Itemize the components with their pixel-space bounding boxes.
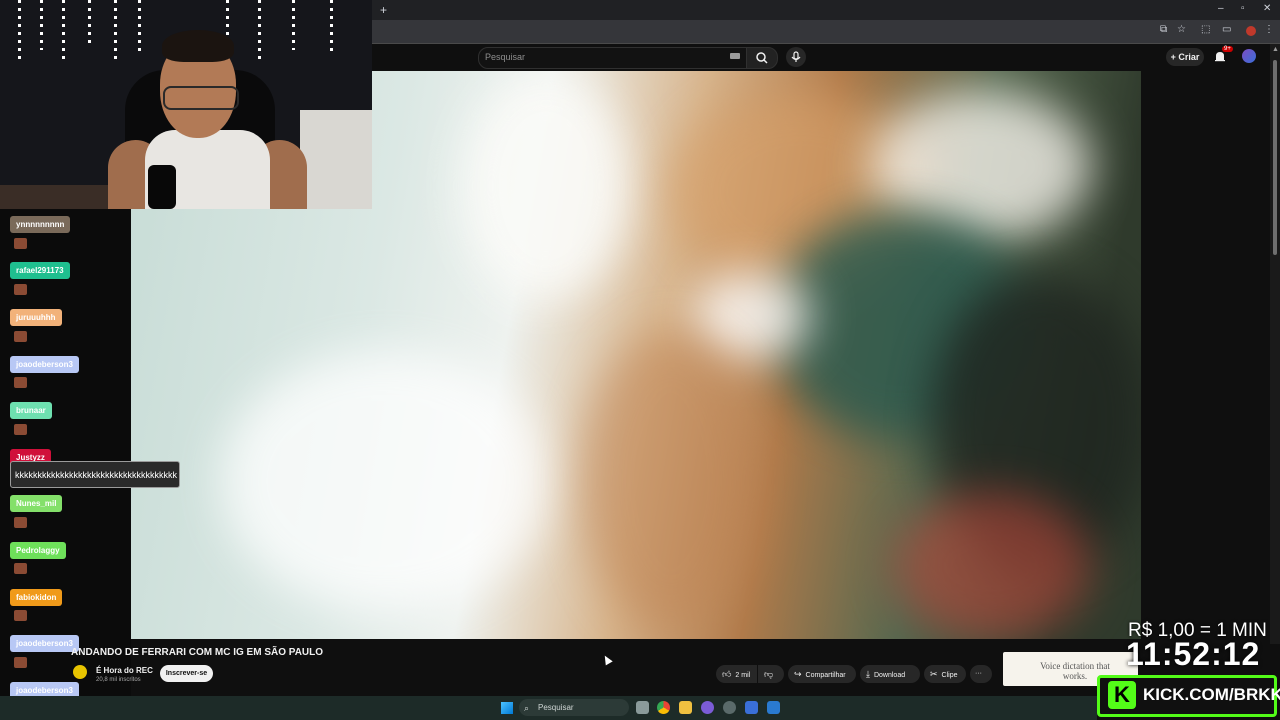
file-explorer-icon[interactable] [679,701,692,714]
dislike-button[interactable]: 👎︎ [758,665,784,683]
chat-emote [14,424,27,435]
notifications-button[interactable] [1214,50,1226,68]
microphone-icon [791,51,801,62]
sidebar-area [1141,71,1270,639]
download-button[interactable]: ⤓ Download [860,665,920,683]
chat-username: joaodeberson3 [10,356,79,373]
subscribe-button[interactable]: Inscrever-se [160,665,213,682]
thumbs-up-icon: 👍︎ [722,669,732,679]
create-button[interactable]: + Criar [1166,48,1204,66]
more-actions-button[interactable]: ··· [970,665,992,683]
keyboard-icon[interactable] [730,53,740,59]
chat-emote [14,563,27,574]
like-button[interactable]: 👍︎ 2 mil [716,665,757,683]
maximize-button[interactable]: ▫ [1241,3,1245,14]
channel-name[interactable]: É Hora do REC [96,666,153,675]
minimize-button[interactable]: – [1218,3,1224,14]
chat-emote [14,377,27,388]
sidebar-icon[interactable]: ▭ [1222,24,1231,35]
cast-icon[interactable]: ⧉ [1160,24,1167,35]
app-icon[interactable] [745,701,758,714]
chat-username: joaodeberson3 [10,635,79,652]
chat-emote [14,331,27,342]
share-arrow-icon: ↪ [794,669,802,679]
download-icon: ⤓ [866,669,870,679]
account-avatar[interactable] [1242,49,1256,63]
scissors-icon: ✂ [930,669,938,679]
notification-count-badge: 9+ [1222,46,1233,52]
chat-username: rafael291173 [10,262,70,279]
taskbar-search-icon: ⌕ [524,703,530,713]
stream-timer: 11:52:12 [1126,636,1261,672]
voice-search-button[interactable] [786,47,806,67]
windows-start-icon[interactable] [501,702,513,714]
chrome-icon[interactable] [657,701,670,714]
chat-username: brunaar [10,402,52,419]
thumbs-down-icon: 👎︎ [764,669,774,679]
chat-username: Pedrolaggy [10,542,66,559]
video-title: ANDANDO DE FERRARI COM MC IG EM SÃO PAUL… [71,647,324,658]
clip-button[interactable]: ✂ Clipe [924,665,966,683]
chat-emote [14,238,27,249]
subscriber-count: 20,8 mil inscritos [96,677,141,683]
mouse-cursor [601,653,613,666]
search-button[interactable] [746,47,778,69]
settings-gear-icon[interactable] [723,701,736,714]
chat-username: fabiokidon [10,589,63,606]
taskbar-search-label: Pesquisar [538,703,574,712]
scrollbar-thumb[interactable] [1273,60,1277,255]
kick-logo-icon: K [1108,681,1136,709]
steam-icon[interactable] [767,701,780,714]
close-window-button[interactable]: ✕ [1263,3,1271,14]
app-icon[interactable] [701,701,714,714]
extensions-icon[interactable]: ⬚ [1201,24,1210,35]
bookmark-star-icon[interactable]: ☆ [1177,24,1186,35]
chat-emote [14,517,27,528]
chat-username: Nunes_mil [10,495,63,512]
taskbar-search[interactable] [519,699,629,716]
chat-username: juruuuhhh [10,309,62,326]
download-label: Download [873,672,906,679]
profile-icon[interactable] [1246,26,1256,36]
task-view-icon[interactable] [636,701,649,714]
share-button[interactable]: ↪ Compartilhar [788,665,856,683]
search-placeholder: Pesquisar [485,52,526,62]
kick-channel-url: KICK.COM/BRKK [1143,685,1280,704]
like-count: 2 mil [735,672,751,679]
chat-message: kkkkkkkkkkkkkkkkkkkkkkkkkkkkkkkkkkkk [10,461,180,488]
streamer-webcam [0,0,372,209]
chat-emote [14,284,27,295]
clip-label: Clipe [941,672,958,679]
channel-avatar[interactable] [73,665,87,679]
browser-menu-icon[interactable]: ⋮ [1264,24,1274,35]
chat-emote [14,657,27,668]
chat-username: ynnnnnnnnn [10,216,71,233]
chat-emote [14,610,27,621]
scroll-up-arrow-icon[interactable]: ▲ [1272,46,1279,53]
new-tab-button[interactable]: + [380,3,387,17]
share-label: Compartilhar [805,672,846,679]
search-icon [756,52,768,64]
